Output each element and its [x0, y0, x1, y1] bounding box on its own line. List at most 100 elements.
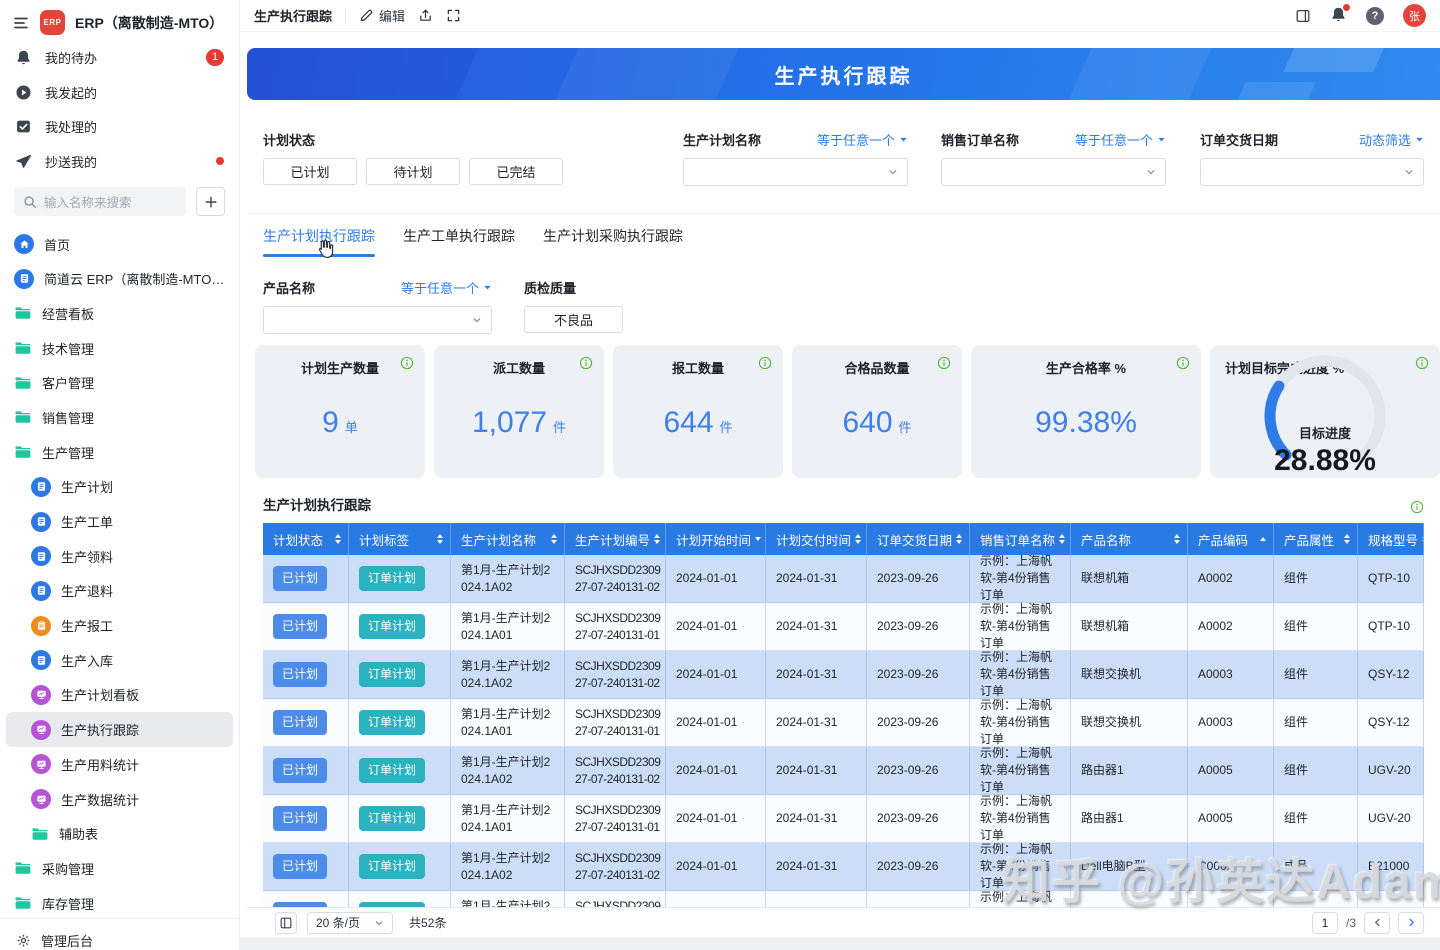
column-header-8[interactable]: 产品名称 — [1071, 523, 1188, 555]
sidebar-item-initiated[interactable]: 我发起的 — [0, 75, 239, 110]
filter-label: 订单交货日期 — [1200, 130, 1278, 149]
sidebar-item-production-inbound[interactable]: 生产入库 — [6, 643, 233, 678]
info-icon[interactable] — [1415, 356, 1429, 373]
status-badge: 已计划 — [273, 662, 327, 687]
sidebar-item-production-mgmt[interactable]: 生产管理 — [6, 435, 233, 470]
current-page-input[interactable]: 1 — [1312, 912, 1338, 934]
plan-status-option-1[interactable]: 待计划 — [366, 158, 460, 185]
sidebar-item-production-workorder[interactable]: 生产工单 — [6, 504, 233, 539]
add-app-button[interactable] — [196, 187, 225, 216]
fullscreen-button[interactable] — [446, 8, 461, 23]
page-title: 生产执行跟踪 — [254, 6, 332, 25]
tab-0[interactable]: 生产计划执行跟踪 — [263, 214, 375, 257]
info-icon[interactable] — [1410, 500, 1424, 514]
plan-name-select[interactable] — [683, 158, 908, 186]
product-name-select[interactable] — [263, 306, 492, 334]
sidebar-item-inventory-mgmt[interactable]: 库存管理 — [6, 886, 233, 918]
folder-icon — [14, 305, 32, 321]
tab-1[interactable]: 生产工单执行跟踪 — [403, 214, 515, 257]
column-header-7[interactable]: 销售订单名称 — [970, 523, 1071, 555]
sidebar-item-customer-mgmt[interactable]: 客户管理 — [6, 365, 233, 400]
info-icon[interactable] — [758, 356, 772, 373]
operator-dropdown[interactable]: 等于任意一个 — [1075, 130, 1166, 149]
table-row-5[interactable]: 已计划订单计划第1月-生产计划2024.1A01SCJHXSDD230927-0… — [263, 795, 1424, 843]
sidebar-item-label: 生产报工 — [61, 616, 113, 635]
table-row-1[interactable]: 已计划订单计划第1月-生产计划2024.1A01SCJHXSDD230927-0… — [263, 603, 1424, 651]
share-button[interactable] — [418, 8, 433, 23]
table-row-3[interactable]: 已计划订单计划第1月-生产计划2024.1A01SCJHXSDD230927-0… — [263, 699, 1424, 747]
sidebar-item-home[interactable]: 首页 — [6, 227, 233, 262]
filter-plan-name: 生产计划名称 等于任意一个 — [683, 130, 908, 213]
kpi-unit: 件 — [899, 417, 912, 436]
plan-status-option-0[interactable]: 已计划 — [263, 158, 357, 185]
column-header-4[interactable]: 计划开始时间 — [666, 523, 766, 555]
delivery-date-select[interactable] — [1200, 158, 1424, 186]
status-badge: 已计划 — [273, 614, 327, 639]
sidebar-item-production-plan[interactable]: 生产计划 — [6, 469, 233, 504]
table-row-0[interactable]: 已计划订单计划第1月-生产计划2024.1A02SCJHXSDD230927-0… — [263, 555, 1424, 603]
column-header-5[interactable]: 计划交付时间 — [766, 523, 867, 555]
table-row-4[interactable]: 已计划订单计划第1月-生产计划2024.1A02SCJHXSDD230927-0… — [263, 747, 1424, 795]
column-header-1[interactable]: 计划标签 — [349, 523, 451, 555]
kpi-card-2: 报工数量644件 — [613, 345, 783, 478]
collapse-sidebar-icon[interactable] — [12, 14, 30, 32]
admin-console-link[interactable]: 管理后台 — [0, 918, 239, 950]
prev-page-button[interactable] — [1364, 912, 1390, 934]
page-size-select[interactable]: 20 条/页 — [307, 912, 393, 934]
column-header-0[interactable]: 计划状态 — [263, 523, 349, 555]
sidebar-item-label: 生产管理 — [42, 443, 94, 462]
sidebar-item-cc-to-me[interactable]: 抄送我的 — [0, 144, 239, 179]
user-avatar[interactable]: 张 — [1403, 4, 1426, 27]
operator-dropdown[interactable]: 等于任意一个 — [401, 278, 492, 297]
table-row-6[interactable]: 已计划订单计划第1月-生产计划2024.1A02SCJHXSDD230927-0… — [263, 843, 1424, 891]
sidebar-item-production-material-stats[interactable]: 生产用料统计 — [6, 747, 233, 782]
search-input[interactable]: 输入名称来搜索 — [14, 187, 186, 216]
kpi-value: 9单 — [255, 406, 425, 440]
table-cell: 2024-01-01 — [666, 603, 766, 651]
plan-status-option-2[interactable]: 已完结 — [469, 158, 563, 185]
help-button[interactable]: ? — [1366, 7, 1384, 25]
qc-quality-option-0[interactable]: 不良品 — [524, 306, 623, 333]
column-header-3[interactable]: 生产计划编号 — [565, 523, 666, 555]
column-settings-button[interactable] — [275, 912, 297, 934]
table-row-7[interactable]: 已计划订单计划第1月-生产计划2024.1A01SCJHXSDD230927-0… — [263, 891, 1424, 907]
info-icon[interactable] — [400, 356, 414, 373]
sidebar-item-production-data-stats[interactable]: 生产数据统计 — [6, 782, 233, 817]
sidebar-item-aux-tables[interactable]: 辅助表 — [6, 816, 233, 851]
next-page-button[interactable] — [1398, 912, 1424, 934]
sidebar-item-label: 技术管理 — [42, 339, 94, 358]
table-row-2[interactable]: 已计划订单计划第1月-生产计划2024.1A02SCJHXSDD230927-0… — [263, 651, 1424, 699]
sidebar-item-production-report[interactable]: 生产报工 — [6, 608, 233, 643]
operator-dropdown[interactable]: 动态筛选 — [1359, 130, 1424, 149]
doc-icon — [31, 546, 51, 566]
sidebar-item-tech-mgmt[interactable]: 技术管理 — [6, 331, 233, 366]
sidebar-item-production-picking[interactable]: 生产领料 — [6, 539, 233, 574]
caret-down-icon — [1157, 135, 1166, 144]
operator-dropdown[interactable]: 等于任意一个 — [817, 130, 908, 149]
sidebar-item-purchase-mgmt[interactable]: 采购管理 — [6, 851, 233, 886]
sidebar-item-production-return[interactable]: 生产退料 — [6, 574, 233, 609]
dash-icon — [31, 789, 51, 809]
edit-button[interactable]: 编辑 — [359, 6, 405, 25]
info-icon[interactable] — [579, 356, 593, 373]
sidebar-item-business-board[interactable]: 经营看板 — [6, 296, 233, 331]
column-header-2[interactable]: 生产计划名称 — [451, 523, 565, 555]
sales-order-select[interactable] — [941, 158, 1166, 186]
info-icon[interactable] — [937, 356, 951, 373]
column-header-10[interactable]: 产品属性 — [1274, 523, 1358, 555]
column-header-9[interactable]: 产品编码 — [1188, 523, 1274, 555]
info-icon[interactable] — [1176, 356, 1190, 373]
sidebar-item-processed[interactable]: 我处理的 — [0, 109, 239, 144]
column-header-6[interactable]: 订单交货日期 — [867, 523, 970, 555]
filter-row-1: 计划状态 已计划待计划已完结 生产计划名称 等于任意一个 销售订单名称 等于任意… — [247, 100, 1440, 213]
sidebar-item-todo[interactable]: 我的待办1 — [0, 40, 239, 75]
doc-icon — [31, 650, 51, 670]
sidebar-item-production-exec-tracking[interactable]: 生产执行跟踪 — [6, 712, 233, 747]
sidebar-item-sales-mgmt[interactable]: 销售管理 — [6, 400, 233, 435]
sidebar-item-production-plan-board[interactable]: 生产计划看板 — [6, 678, 233, 713]
tab-2[interactable]: 生产计划采购执行跟踪 — [543, 214, 683, 257]
panel-toggle-icon[interactable] — [1295, 8, 1311, 24]
column-header-11[interactable]: 规格型号 — [1358, 523, 1424, 555]
sidebar-item-jdy-erp[interactable]: 简道云 ERP（离散制造-MTO）… — [6, 261, 233, 296]
notifications-button[interactable] — [1330, 6, 1347, 26]
